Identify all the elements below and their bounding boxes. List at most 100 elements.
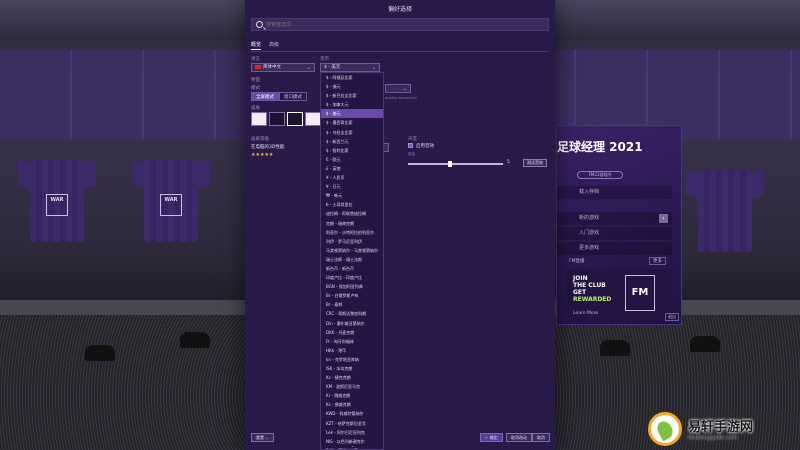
faint-hint-text: quality interactive — [385, 96, 417, 100]
currency-option[interactable]: $ - 美元 — [321, 109, 383, 119]
preferences-dialog: 偏好选择 概览 高级 语言 简体中文 ⌄ 货币 $ - 美元 ⌄ 界面 模式 全… — [245, 0, 555, 450]
dialog-title: 偏好选择 — [387, 6, 412, 13]
more-games-button[interactable]: 更多游戏 — [557, 242, 672, 255]
test-sound-button[interactable]: 测试音效 — [523, 159, 547, 167]
skin-light-thumb[interactable] — [251, 112, 267, 126]
currency-option[interactable]: 瑞士法郎 - 瑞士法郎 — [321, 255, 383, 264]
jersey — [686, 160, 764, 255]
load-game-button[interactable]: 载入存档 — [557, 186, 672, 199]
search-input[interactable] — [266, 20, 536, 30]
currency-option[interactable]: BGN - 保加利亚列弗 — [321, 282, 383, 291]
search-icon — [256, 21, 263, 28]
chevron-down-icon: ⌄ — [402, 86, 407, 92]
promo-banner[interactable]: JOIN THE CLUB GET REWARDED FM Learn More — [567, 269, 673, 321]
currency-option[interactable]: Br - 白俄罗斯卢布 — [321, 291, 383, 300]
tab-overview[interactable]: 概览 — [251, 41, 262, 50]
volume-value: 5 — [507, 160, 510, 165]
currency-option[interactable]: Ks - 挪威克朗 — [321, 400, 383, 409]
currency-option[interactable]: 利亚尔 - 沙特阿拉伯利亚尔 — [321, 228, 383, 237]
new-game-button[interactable]: 新的游戏 › — [557, 212, 672, 225]
currency-option[interactable]: $ - 加拿大元 — [321, 100, 383, 109]
currency-option[interactable]: Kr - 挪威克朗 — [321, 391, 383, 400]
football-boot — [85, 345, 115, 361]
cancel-button[interactable]: 取消 — [532, 433, 550, 442]
jersey-badge: WAR — [46, 194, 68, 216]
currency-option[interactable]: ISK - 冰岛克朗 — [321, 364, 383, 373]
sound-toggle-label: 启用音效 — [416, 144, 434, 149]
cancel-changes-button[interactable]: 取消改动 — [506, 433, 532, 442]
reset-label: 重置 — [256, 435, 264, 440]
language-select[interactable]: 简体中文 ⌄ — [251, 63, 315, 72]
volume-slider-knob[interactable] — [448, 161, 452, 167]
currency-option[interactable]: ₩ - 韩元 — [321, 191, 383, 200]
currency-option[interactable]: $ - 新西兰元 — [321, 137, 383, 146]
currency-option[interactable]: ¥ - 人民币 — [321, 173, 383, 182]
display-mode-toggle: 全屏模式 窗口模式 — [251, 92, 307, 101]
currency-option[interactable]: HK$ - 港币 — [321, 346, 383, 355]
tab-advanced[interactable]: 高级 — [269, 41, 279, 50]
exit-button[interactable]: 退出 — [665, 313, 679, 321]
secondary-select[interactable]: ⌄ — [385, 84, 411, 93]
currency-option[interactable]: ¥ - 日元 — [321, 182, 383, 191]
currency-select[interactable]: $ - 美元 ⌄ — [320, 63, 380, 72]
skin-alt-thumb[interactable] — [305, 112, 321, 126]
currency-option[interactable]: $ - 新巴拉圭比索 — [321, 91, 383, 100]
currency-option[interactable]: DKK - 丹麦克朗 — [321, 328, 383, 337]
jersey-badge: WAR — [160, 194, 182, 216]
quality-value: 在电脑的3D性能 — [251, 145, 285, 150]
more-button[interactable]: 更多 — [649, 257, 666, 265]
currency-option[interactable]: 印度卢比 - 印度卢比 — [321, 273, 383, 282]
skin-dark-thumb[interactable] — [269, 112, 285, 126]
currency-option[interactable]: Lek - 阿尔巴尼亚列克 — [321, 428, 383, 437]
currency-option[interactable]: $ - 乌拉圭比索 — [321, 128, 383, 137]
fm-logo: FM — [625, 275, 655, 311]
quality-label: 画质等级 — [251, 137, 269, 142]
currency-dropdown-list[interactable]: $ - 阿根廷比索 $ - 澳元 $ - 新巴拉圭比索 $ - 加拿大元 $ - 美元 $… — [320, 72, 384, 450]
fullscreen-mode-button[interactable]: 全屏模式 — [251, 92, 279, 101]
jersey: WAR — [132, 150, 210, 245]
currency-option[interactable]: Kc - 捷克克朗 — [321, 373, 383, 382]
fm-start-panel: 足球经理 2021 FM21游戏内 载入存档 新的游戏 › 入门游戏 更多游戏 … — [556, 125, 682, 325]
tutorial-button[interactable]: 入门游戏 — [557, 227, 672, 240]
currency-option[interactable]: € - 欧元 — [321, 155, 383, 164]
volume-slider[interactable] — [408, 161, 503, 167]
currency-option[interactable]: £ - 英镑 — [321, 164, 383, 173]
currency-option[interactable]: 马其顿第纳尔 - 马其顿第纳尔 — [321, 246, 383, 255]
load-game-label: 载入存档 — [579, 189, 600, 195]
currency-option[interactable]: $ - 墨西哥比索 — [321, 118, 383, 127]
currency-option[interactable]: 克朗 - 瑞典克朗 — [321, 219, 383, 228]
fm-stream-link[interactable]: FM直播 — [569, 258, 584, 264]
scroll-down-icon[interactable]: ⌄ — [351, 443, 354, 448]
reset-button[interactable]: 重置 ⌄ — [251, 433, 274, 442]
football-boot — [180, 332, 210, 348]
currency-option[interactable]: kn - 克罗地亚库纳 — [321, 355, 383, 364]
currency-option[interactable]: $ - 阿根廷比索 — [321, 73, 383, 82]
learn-more-link[interactable]: Learn More — [573, 311, 598, 316]
currency-option[interactable]: CRC - 哥斯达黎加科朗 — [321, 309, 383, 318]
currency-option[interactable]: 新台币 - 新台币 — [321, 264, 383, 273]
currency-option[interactable]: Din - 塞尔维亚第纳尔 — [321, 319, 383, 328]
quality-rating: ★★★★★ — [251, 152, 274, 158]
confirm-label: 确定 — [489, 435, 498, 440]
new-game-label: 新的游戏 — [579, 215, 600, 221]
windowed-mode-button[interactable]: 窗口模式 — [279, 92, 307, 101]
currency-option[interactable]: 迪拉姆 - 阿联酋迪拉姆 — [321, 209, 383, 218]
search-box[interactable] — [251, 18, 549, 31]
promo-text: JOIN THE CLUB GET REWARDED — [573, 275, 612, 303]
currency-option[interactable]: $ - 智利比索 — [321, 146, 383, 155]
sound-checkbox[interactable] — [408, 143, 413, 148]
currency-option[interactable]: Br - 泰铢 — [321, 300, 383, 309]
currency-option[interactable]: KWD - 科威特第纳尔 — [321, 409, 383, 418]
currency-option[interactable]: KZT - 哈萨克斯坦坚戈 — [321, 419, 383, 428]
currency-option[interactable]: Ft - 匈牙利福林 — [321, 337, 383, 346]
tutorial-label: 入门游戏 — [579, 230, 600, 236]
currency-option[interactable]: KM - 波斯尼亚马克 — [321, 382, 383, 391]
sound-label: 声音 — [408, 137, 417, 142]
currency-option[interactable]: ₺ - 土耳其里拉 — [321, 200, 383, 209]
confirm-button[interactable]: ✓ 确定 — [480, 433, 503, 442]
tab-bar: 概览 高级 — [251, 41, 279, 50]
football-boot — [600, 340, 630, 356]
skin-default-thumb[interactable] — [287, 112, 303, 126]
currency-option[interactable]: 列伊 - 罗马尼亚列伊 — [321, 237, 383, 246]
currency-option[interactable]: $ - 澳元 — [321, 82, 383, 91]
